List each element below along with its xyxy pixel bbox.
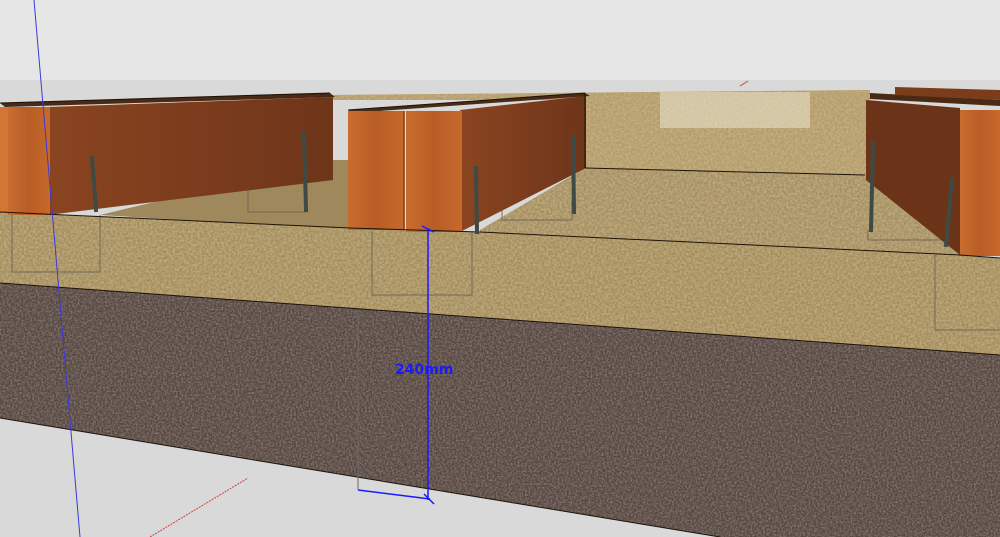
formwork-left-front [8, 107, 50, 215]
dimension-label: 240mm [395, 362, 454, 378]
formwork-left-front-edge [0, 107, 8, 213]
formwork-right-front [960, 110, 1000, 256]
sky-background [0, 0, 1000, 80]
3d-viewport[interactable]: 240mm [0, 0, 1000, 537]
formwork-center-front-a [348, 111, 404, 230]
far-highlight [660, 92, 810, 128]
formwork-center-front-b [406, 111, 462, 232]
model-scene[interactable] [0, 0, 1000, 537]
